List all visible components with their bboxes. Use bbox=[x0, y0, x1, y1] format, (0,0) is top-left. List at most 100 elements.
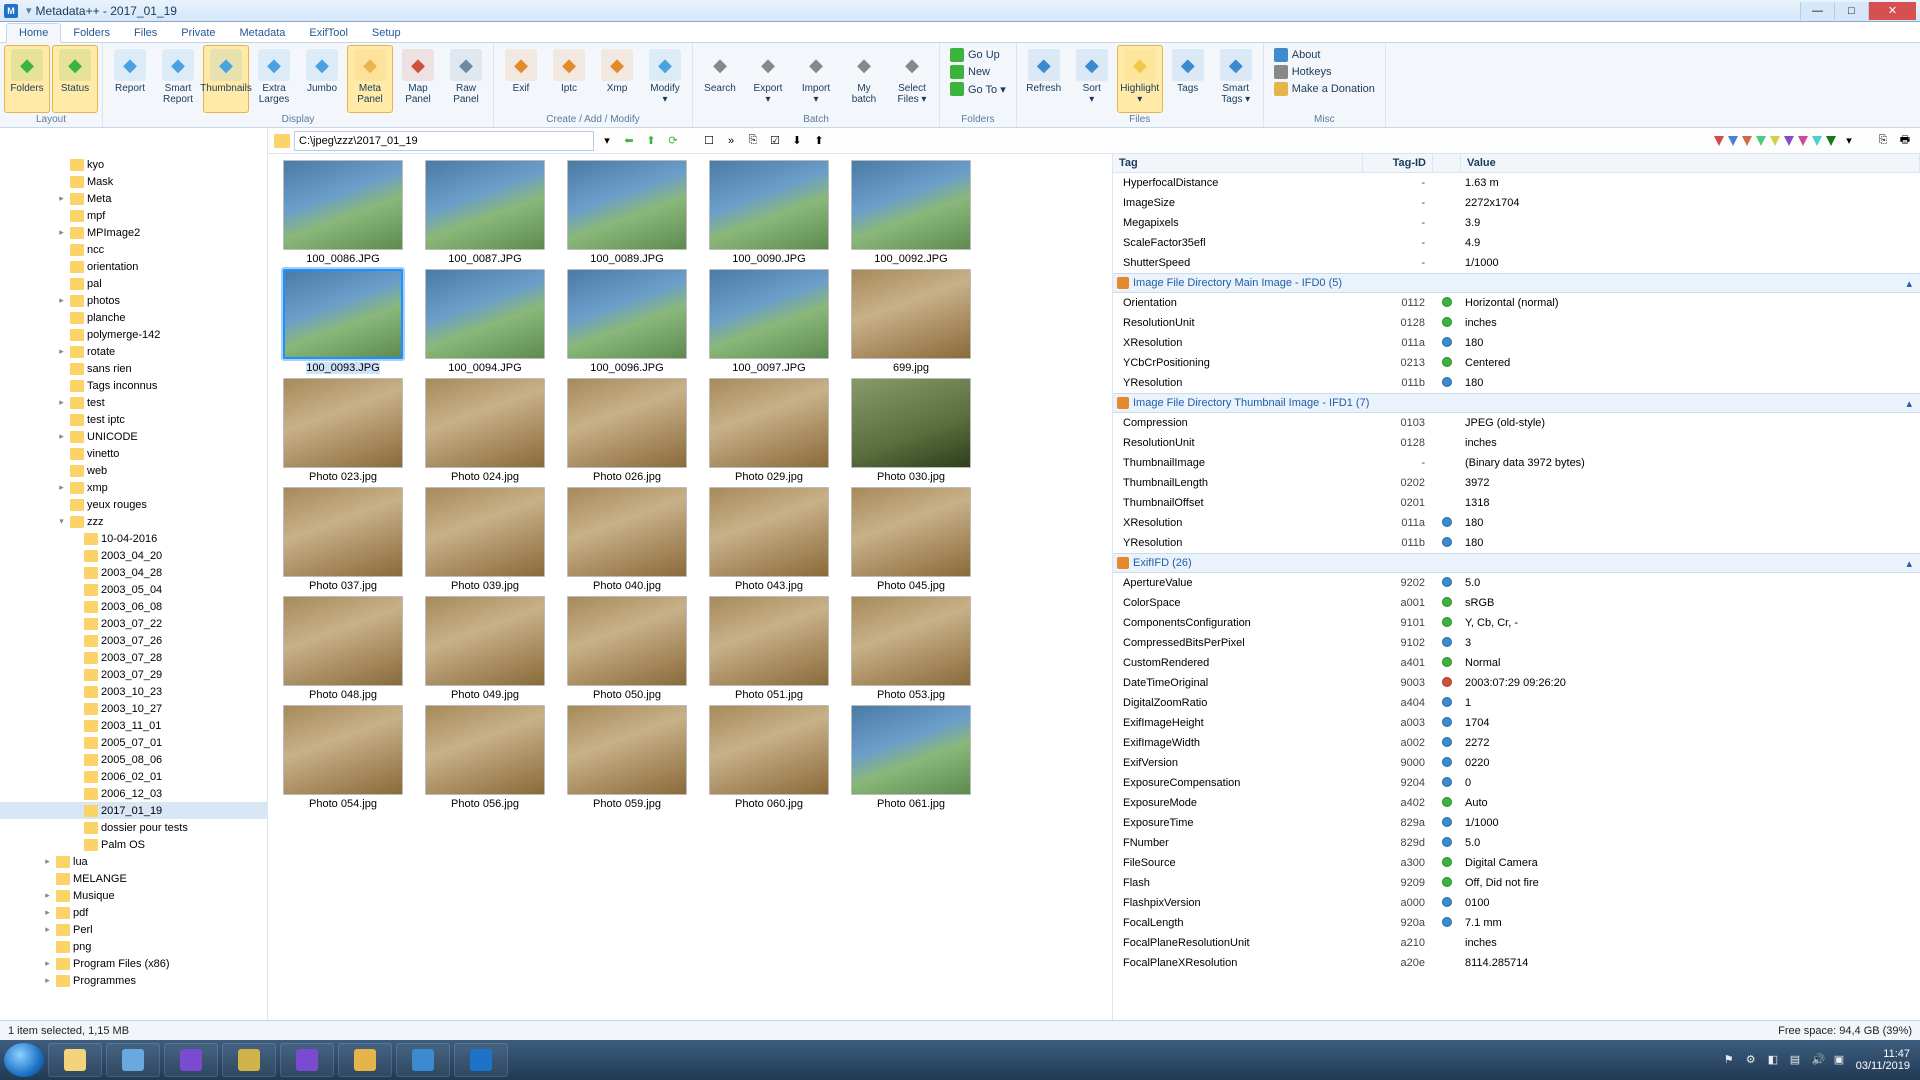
tag-arrow-icon[interactable] bbox=[1714, 136, 1724, 146]
expand-icon[interactable]: ▸ bbox=[56, 193, 67, 204]
thumbnail[interactable]: 699.jpg bbox=[840, 269, 982, 374]
folder-tree[interactable]: kyoMask▸Metampf▸MPImage2nccorientationpa… bbox=[0, 154, 268, 1020]
thumbnail[interactable]: 100_0094.JPG bbox=[414, 269, 556, 374]
go-up-item[interactable]: Go Up bbox=[948, 47, 1008, 63]
toolbar-download-icon[interactable]: ⬇ bbox=[788, 132, 806, 150]
exif-button[interactable]: ◆Exif bbox=[498, 45, 544, 113]
meta-row[interactable]: ExposureTime829a1/1000 bbox=[1113, 813, 1920, 833]
task-vs2[interactable] bbox=[280, 1043, 334, 1077]
tree-item[interactable]: 2005_08_06 bbox=[0, 751, 267, 768]
tag-arrow-icon[interactable] bbox=[1798, 136, 1808, 146]
select-files-button[interactable]: ◆SelectFiles ▾ bbox=[889, 45, 935, 113]
status-button[interactable]: ◆Status bbox=[52, 45, 98, 113]
tree-item[interactable]: test iptc bbox=[0, 411, 267, 428]
thumbnail[interactable]: 100_0096.JPG bbox=[556, 269, 698, 374]
meta-row[interactable]: XResolution011a180 bbox=[1113, 513, 1920, 533]
tray-icon[interactable]: ⚙ bbox=[1746, 1053, 1760, 1067]
thumbnail[interactable]: Photo 053.jpg bbox=[840, 596, 982, 701]
collapse-icon[interactable]: ▴ bbox=[1906, 397, 1912, 410]
meta-row[interactable]: FlashpixVersiona0000100 bbox=[1113, 893, 1920, 913]
nav-refresh-icon[interactable]: ⟳ bbox=[664, 132, 682, 150]
toolbar-btn-3[interactable]: ⎘ bbox=[744, 132, 762, 150]
report-button[interactable]: ◆Report bbox=[107, 45, 153, 113]
about-item[interactable]: About bbox=[1272, 47, 1377, 63]
meta-row[interactable]: DigitalZoomRatioa4041 bbox=[1113, 693, 1920, 713]
ribbon-tab-folders[interactable]: Folders bbox=[61, 24, 122, 42]
tree-item[interactable]: ▸Program Files (x86) bbox=[0, 955, 267, 972]
tree-item[interactable]: web bbox=[0, 462, 267, 479]
meta-panel-button[interactable]: ◆MetaPanel bbox=[347, 45, 393, 113]
tree-item[interactable]: 2003_07_28 bbox=[0, 649, 267, 666]
path-dropdown[interactable]: ▾ bbox=[598, 132, 616, 150]
meta-row[interactable]: Compression0103JPEG (old-style) bbox=[1113, 413, 1920, 433]
iptc-button[interactable]: ◆Iptc bbox=[546, 45, 592, 113]
ribbon-tab-files[interactable]: Files bbox=[122, 24, 169, 42]
thumbnail-pane[interactable]: 100_0086.JPG100_0087.JPG100_0089.JPG100_… bbox=[268, 154, 1112, 1020]
tree-item[interactable]: ▸photos bbox=[0, 292, 267, 309]
thumbnail[interactable]: Photo 051.jpg bbox=[698, 596, 840, 701]
sort-button[interactable]: ◆Sort▾ bbox=[1069, 45, 1115, 113]
hotkeys-item[interactable]: Hotkeys bbox=[1272, 64, 1377, 80]
tree-item[interactable]: 2006_12_03 bbox=[0, 785, 267, 802]
expand-icon[interactable]: ▸ bbox=[56, 431, 67, 442]
tree-item[interactable]: ▸Meta bbox=[0, 190, 267, 207]
expand-icon[interactable]: ▸ bbox=[42, 975, 53, 986]
thumbnail[interactable]: Photo 059.jpg bbox=[556, 705, 698, 810]
thumbnail[interactable]: 100_0086.JPG bbox=[272, 160, 414, 265]
tag-arrow-icon[interactable] bbox=[1770, 136, 1780, 146]
tree-item[interactable]: 2003_04_28 bbox=[0, 564, 267, 581]
meta-row[interactable]: FocalLength920a7.1 mm bbox=[1113, 913, 1920, 933]
thumbnail[interactable]: 100_0097.JPG bbox=[698, 269, 840, 374]
search-button[interactable]: ◆Search bbox=[697, 45, 743, 113]
tree-item[interactable]: 2003_07_29 bbox=[0, 666, 267, 683]
meta-row[interactable]: YCbCrPositioning0213Centered bbox=[1113, 353, 1920, 373]
ribbon-tab-private[interactable]: Private bbox=[169, 24, 227, 42]
meta-row[interactable]: FocalPlaneXResolutiona20e8114.285714 bbox=[1113, 953, 1920, 973]
meta-row[interactable]: YResolution011b180 bbox=[1113, 373, 1920, 393]
tray-icon[interactable]: ◧ bbox=[1768, 1053, 1782, 1067]
tree-item[interactable]: 2003_07_26 bbox=[0, 632, 267, 649]
thumbnail[interactable]: Photo 039.jpg bbox=[414, 487, 556, 592]
tree-item[interactable]: polymerge-142 bbox=[0, 326, 267, 343]
col-value[interactable]: Value bbox=[1461, 154, 1920, 172]
smart-report-button[interactable]: ◆SmartReport bbox=[155, 45, 201, 113]
toolbar-btn-2[interactable]: » bbox=[722, 132, 740, 150]
thumbnail[interactable]: 100_0089.JPG bbox=[556, 160, 698, 265]
map-panel-button[interactable]: ◆MapPanel bbox=[395, 45, 441, 113]
path-input[interactable] bbox=[294, 131, 594, 151]
tree-item[interactable]: ▸test bbox=[0, 394, 267, 411]
thumbnail[interactable]: Photo 029.jpg bbox=[698, 378, 840, 483]
tree-item[interactable]: yeux rouges bbox=[0, 496, 267, 513]
tray-network-icon[interactable]: ▤ bbox=[1790, 1053, 1804, 1067]
meta-row[interactable]: HyperfocalDistance-1.63 m bbox=[1113, 173, 1920, 193]
task-save[interactable] bbox=[222, 1043, 276, 1077]
toolbar-copy-icon[interactable]: ⎘ bbox=[1874, 132, 1892, 150]
expand-icon[interactable]: ▸ bbox=[56, 295, 67, 306]
tag-arrow-icon[interactable] bbox=[1784, 136, 1794, 146]
meta-row[interactable]: DateTimeOriginal90032003:07:29 09:26:20 bbox=[1113, 673, 1920, 693]
thumbnail[interactable]: Photo 045.jpg bbox=[840, 487, 982, 592]
thumbnail[interactable]: Photo 060.jpg bbox=[698, 705, 840, 810]
start-button[interactable] bbox=[4, 1043, 44, 1077]
thumbnail[interactable]: Photo 026.jpg bbox=[556, 378, 698, 483]
tray-clock[interactable]: 11:47 03/11/2019 bbox=[1856, 1048, 1910, 1072]
meta-row[interactable]: FileSourcea300Digital Camera bbox=[1113, 853, 1920, 873]
col-tagid[interactable]: Tag-ID bbox=[1363, 154, 1433, 172]
meta-row[interactable]: ExposureModea402Auto bbox=[1113, 793, 1920, 813]
tree-item[interactable]: 2017_01_19 bbox=[0, 802, 267, 819]
my-batch-button[interactable]: ◆Mybatch bbox=[841, 45, 887, 113]
thumbnail[interactable]: 100_0092.JPG bbox=[840, 160, 982, 265]
smart-tags-button[interactable]: ◆SmartTags ▾ bbox=[1213, 45, 1259, 113]
tag-arrow-icon[interactable] bbox=[1742, 136, 1752, 146]
tree-item[interactable]: ▸Programmes bbox=[0, 972, 267, 989]
extra-larges-button[interactable]: ◆ExtraLarges bbox=[251, 45, 297, 113]
meta-section-header[interactable]: ExifIFD (26)▴ bbox=[1113, 553, 1920, 573]
go-to-item[interactable]: Go To ▾ bbox=[948, 81, 1008, 97]
tree-item[interactable]: 2003_10_23 bbox=[0, 683, 267, 700]
raw-panel-button[interactable]: ◆RawPanel bbox=[443, 45, 489, 113]
expand-icon[interactable]: ▸ bbox=[42, 890, 53, 901]
thumbnail[interactable]: Photo 048.jpg bbox=[272, 596, 414, 701]
tree-item[interactable]: planche bbox=[0, 309, 267, 326]
tag-color-arrows[interactable] bbox=[1714, 136, 1836, 146]
toolbar-print-icon[interactable]: 🖶 bbox=[1896, 132, 1914, 150]
